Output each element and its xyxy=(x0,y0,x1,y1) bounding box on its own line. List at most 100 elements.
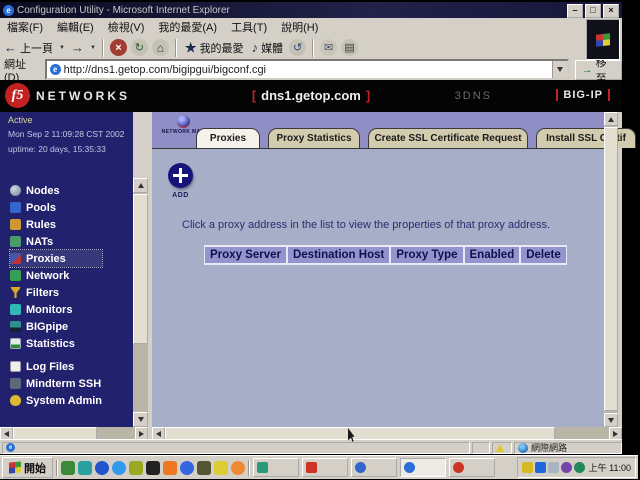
quick-launch-icon[interactable] xyxy=(78,461,92,475)
sidebar-item-system-admin[interactable]: System Admin xyxy=(10,392,102,409)
back-icon: ← xyxy=(4,40,17,55)
sidebar-item-proxies[interactable]: Proxies xyxy=(10,250,102,267)
scroll-down-button[interactable] xyxy=(604,413,618,427)
quick-launch-icon[interactable] xyxy=(163,461,177,475)
menu-favorites[interactable]: 我的最愛(A) xyxy=(151,19,224,35)
task-button-active[interactable] xyxy=(400,458,446,477)
sidebar-item-network[interactable]: Network xyxy=(10,267,102,284)
globe-icon xyxy=(518,443,528,453)
print-button[interactable]: ▤ xyxy=(341,39,358,56)
sidebar-item-monitors[interactable]: Monitors xyxy=(10,301,102,318)
tray-icon[interactable] xyxy=(574,462,585,473)
quick-launch-icon[interactable] xyxy=(112,461,126,475)
maximize-button[interactable]: □ xyxy=(585,4,601,18)
address-input[interactable] xyxy=(64,64,552,76)
task-button[interactable] xyxy=(253,458,299,477)
refresh-button[interactable]: ↻ xyxy=(131,39,148,56)
network-icon xyxy=(10,270,21,281)
quick-launch-icon[interactable] xyxy=(61,461,75,475)
forward-dropdown[interactable]: ▼ xyxy=(88,45,98,51)
quick-launch-icon[interactable] xyxy=(197,461,211,475)
tray-icon[interactable] xyxy=(535,462,546,473)
home-button[interactable]: ⌂ xyxy=(152,39,169,56)
menu-edit[interactable]: 編輯(E) xyxy=(50,19,101,35)
history-button[interactable]: ↺ xyxy=(289,39,306,56)
scroll-down-icon xyxy=(608,418,614,423)
sidebar-item-nats[interactable]: NATs xyxy=(10,233,102,250)
mail-button[interactable]: ✉ xyxy=(320,39,337,56)
back-button[interactable]: ← 上一頁 xyxy=(0,38,57,58)
sidebar-item-mindterm-ssh[interactable]: Mindterm SSH xyxy=(10,375,102,392)
title-bar[interactable]: e Configuration Utility - Microsoft Inte… xyxy=(0,2,622,18)
page-icon: e xyxy=(50,64,61,75)
tab-proxy-statistics[interactable]: Proxy Statistics xyxy=(268,128,360,148)
quick-launch-icon[interactable] xyxy=(231,461,245,475)
bracket-right: ] xyxy=(361,88,375,103)
add-button[interactable] xyxy=(168,163,193,188)
menu-tools[interactable]: 工具(T) xyxy=(224,19,274,35)
tab-proxies[interactable]: Proxies xyxy=(196,128,260,148)
window-title: Configuration Utility - Microsoft Intern… xyxy=(17,5,230,16)
scroll-up-icon xyxy=(138,183,144,188)
sidebar-item-pools[interactable]: Pools xyxy=(10,199,102,216)
scroll-up-button[interactable] xyxy=(133,178,148,193)
stop-button[interactable]: × xyxy=(110,39,127,56)
taskbar: 開始 上午 11:00 xyxy=(0,455,638,479)
system-tray: 上午 11:00 xyxy=(517,457,636,478)
status-message-panel: e xyxy=(2,442,470,454)
start-button[interactable]: 開始 xyxy=(2,457,53,478)
address-dropdown[interactable] xyxy=(552,61,567,78)
quick-launch-icon[interactable] xyxy=(180,461,194,475)
content-scrollbar[interactable] xyxy=(604,112,618,427)
quick-launch-icon[interactable] xyxy=(214,461,228,475)
tray-icon[interactable] xyxy=(561,462,572,473)
close-button[interactable]: × xyxy=(603,4,619,18)
sidebar: Active Mon Sep 2 11:09:28 CST 2002 uptim… xyxy=(0,112,133,427)
address-bar: 網址(D) e → 移至 xyxy=(0,59,622,81)
scroll-up-icon xyxy=(608,117,614,122)
favorites-button[interactable]: ★ 我的最愛 xyxy=(181,38,248,58)
ie-icon: e xyxy=(3,5,14,16)
sidebar-item-log-files[interactable]: Log Files xyxy=(10,358,102,375)
sidebar-item-statistics[interactable]: Statistics xyxy=(10,335,102,352)
task-button[interactable] xyxy=(351,458,397,477)
column-proxy-server: Proxy Server xyxy=(204,245,287,265)
task-button[interactable] xyxy=(302,458,348,477)
sidebar-item-filters[interactable]: Filters xyxy=(10,284,102,301)
quick-launch-icon[interactable] xyxy=(95,461,109,475)
menu-help[interactable]: 說明(H) xyxy=(274,19,325,35)
go-button[interactable]: → 移至 xyxy=(575,60,622,80)
sidebar-item-rules[interactable]: Rules xyxy=(10,216,102,233)
network-map-icon xyxy=(177,115,190,128)
back-dropdown[interactable]: ▼ xyxy=(57,45,67,51)
sidebar-scrollbar[interactable] xyxy=(133,178,148,427)
tray-icon[interactable] xyxy=(522,462,533,473)
toolbar-separator xyxy=(175,39,177,57)
start-label: 開始 xyxy=(24,460,46,476)
back-label: 上一頁 xyxy=(20,40,53,56)
media-button[interactable]: ♪ 媒體 xyxy=(248,38,288,58)
scroll-up-button[interactable] xyxy=(604,112,618,126)
task-button[interactable] xyxy=(449,458,495,477)
tray-icon[interactable] xyxy=(548,462,559,473)
minimize-button[interactable]: – xyxy=(567,4,583,18)
tab-create-ssl-certificate-request[interactable]: Create SSL Certificate Request xyxy=(368,128,528,148)
forward-button[interactable]: → xyxy=(67,38,88,57)
scroll-thumb[interactable] xyxy=(133,194,148,344)
menu-file[interactable]: 檔案(F) xyxy=(0,19,50,35)
menu-view[interactable]: 檢視(V) xyxy=(101,19,152,35)
tab-install-ssl-certificate[interactable]: Install SSL Certif xyxy=(536,128,636,148)
scroll-down-icon xyxy=(138,417,144,422)
sidebar-nav: Nodes Pools Rules NATs Proxies Network F… xyxy=(10,182,102,409)
nodes-icon xyxy=(10,185,21,196)
statistics-icon xyxy=(10,338,21,349)
quick-launch-icon[interactable] xyxy=(146,461,160,475)
sidebar-item-nodes[interactable]: Nodes xyxy=(10,182,102,199)
browser-window: e Configuration Utility - Microsoft Inte… xyxy=(0,2,622,454)
status-panel xyxy=(472,442,490,454)
sidebar-item-bigpipe[interactable]: BIGpipe xyxy=(10,318,102,335)
chevron-down-icon xyxy=(557,67,563,72)
scroll-thumb[interactable] xyxy=(604,127,618,411)
quick-launch-icon[interactable] xyxy=(129,461,143,475)
scroll-down-button[interactable] xyxy=(133,412,148,427)
